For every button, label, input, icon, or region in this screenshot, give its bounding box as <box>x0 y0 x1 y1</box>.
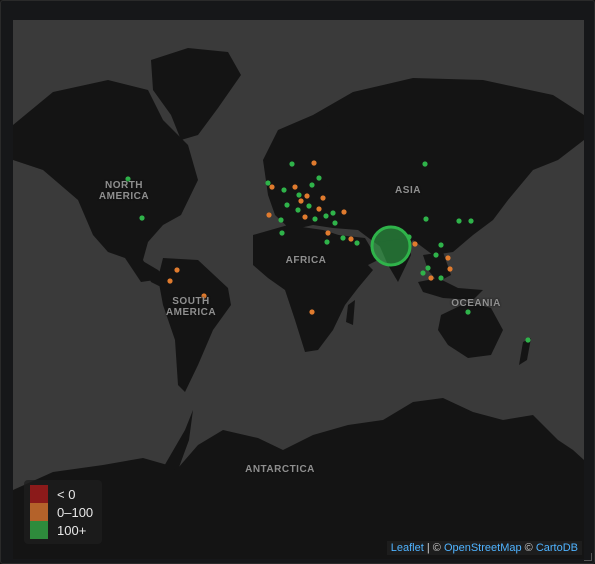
marker-dot-orange[interactable] <box>174 267 180 273</box>
marker-dot-green[interactable] <box>279 230 285 236</box>
legend-label: < 0 <box>57 486 76 502</box>
legend-item-high: 100+ <box>30 521 102 539</box>
legend-label: 100+ <box>57 522 87 538</box>
legend-swatch-red <box>30 485 48 503</box>
cartodb-link[interactable]: CartoDB <box>536 542 578 554</box>
marker-dot-orange[interactable] <box>316 206 322 212</box>
map-attribution: Leaflet | © OpenStreetMap © CartoDB <box>386 541 582 555</box>
marker-dot-green[interactable] <box>332 220 338 226</box>
map-tiles <box>13 48 584 559</box>
marker-dot-green[interactable] <box>406 234 412 240</box>
marker-dot-green[interactable] <box>420 270 426 276</box>
legend-swatch-green <box>30 521 48 539</box>
marker-dot-orange[interactable] <box>341 209 347 215</box>
marker-dot-orange[interactable] <box>292 184 298 190</box>
marker-dot-orange[interactable] <box>320 195 326 201</box>
marker-dot-orange[interactable] <box>309 309 315 315</box>
marker-dot-green[interactable] <box>295 207 301 213</box>
leaflet-link[interactable]: Leaflet <box>391 542 424 554</box>
marker-dot-orange[interactable] <box>304 193 310 199</box>
openstreetmap-link[interactable]: OpenStreetMap <box>444 542 522 554</box>
marker-dot-green[interactable] <box>330 210 336 216</box>
marker-dot-green[interactable] <box>278 217 284 223</box>
land-australia <box>438 302 503 358</box>
marker-dot-green[interactable] <box>438 242 444 248</box>
marker-dot-green[interactable] <box>281 187 287 193</box>
label-south-america: SOUTH AMERICA <box>165 296 217 318</box>
marker-india-highlight <box>370 225 412 267</box>
label-antarctica: ANTARCTICA <box>245 464 315 475</box>
marker-dot-green[interactable] <box>468 218 474 224</box>
marker-dot-orange[interactable] <box>266 212 272 218</box>
legend-label: 0–100 <box>57 504 94 520</box>
marker-dot-green[interactable] <box>312 216 318 222</box>
marker-dot-green[interactable] <box>423 216 429 222</box>
label-oceania: OCEANIA <box>451 298 501 309</box>
map-panel: NORTH AMERICA ASIA AFRICA SOUTH AMERICA OC… <box>0 0 595 564</box>
marker-dot-green[interactable] <box>465 309 471 315</box>
marker-dot-green[interactable] <box>354 240 360 246</box>
marker-dot-orange[interactable] <box>445 255 451 261</box>
label-north-america: NORTH AMERICA <box>98 180 150 202</box>
marker-dot-green[interactable] <box>433 252 439 258</box>
attribution-separator: © <box>521 542 536 554</box>
marker-dot-green[interactable] <box>425 265 431 271</box>
marker-dot-orange[interactable] <box>298 198 304 204</box>
marker-dot-orange[interactable] <box>348 236 354 242</box>
label-asia: ASIA <box>395 185 421 196</box>
marker-dot-orange[interactable] <box>447 266 453 272</box>
marker-dot-green[interactable] <box>265 180 271 186</box>
legend-swatch-orange <box>30 503 48 521</box>
marker-dot-green[interactable] <box>324 239 330 245</box>
world-map[interactable]: NORTH AMERICA ASIA AFRICA SOUTH AMERICA OC… <box>13 20 584 559</box>
marker-dot-green[interactable] <box>284 202 290 208</box>
marker-dot-green[interactable] <box>525 337 531 343</box>
legend: < 0 0–100 100+ <box>24 480 102 544</box>
land-indonesia <box>418 278 483 300</box>
marker-dot-green[interactable] <box>340 235 346 241</box>
marker-dot-orange[interactable] <box>428 275 434 281</box>
marker-dot-green[interactable] <box>296 192 302 198</box>
legend-item-negative: < 0 <box>30 485 102 503</box>
marker-dot-green[interactable] <box>309 182 315 188</box>
marker-dot-green[interactable] <box>422 161 428 167</box>
marker-dot-green[interactable] <box>139 215 145 221</box>
marker-dot-green[interactable] <box>316 175 322 181</box>
marker-dot-orange[interactable] <box>412 241 418 247</box>
land-madagascar <box>346 300 355 325</box>
marker-dot-orange[interactable] <box>167 278 173 284</box>
marker-dot-orange[interactable] <box>269 184 275 190</box>
attribution-separator: | © <box>423 542 444 554</box>
marker-dot-green[interactable] <box>289 161 295 167</box>
marker-dot-green[interactable] <box>323 213 329 219</box>
resize-handle[interactable] <box>584 553 592 561</box>
marker-dot-green[interactable] <box>306 203 312 209</box>
label-africa: AFRICA <box>285 255 327 266</box>
land-south-america <box>158 258 231 392</box>
marker-dot-green[interactable] <box>438 275 444 281</box>
marker-dot-green[interactable] <box>456 218 462 224</box>
marker-dot-orange[interactable] <box>302 214 308 220</box>
marker-dot-orange[interactable] <box>311 160 317 166</box>
marker-dot-orange[interactable] <box>325 230 331 236</box>
legend-item-mid: 0–100 <box>30 503 102 521</box>
